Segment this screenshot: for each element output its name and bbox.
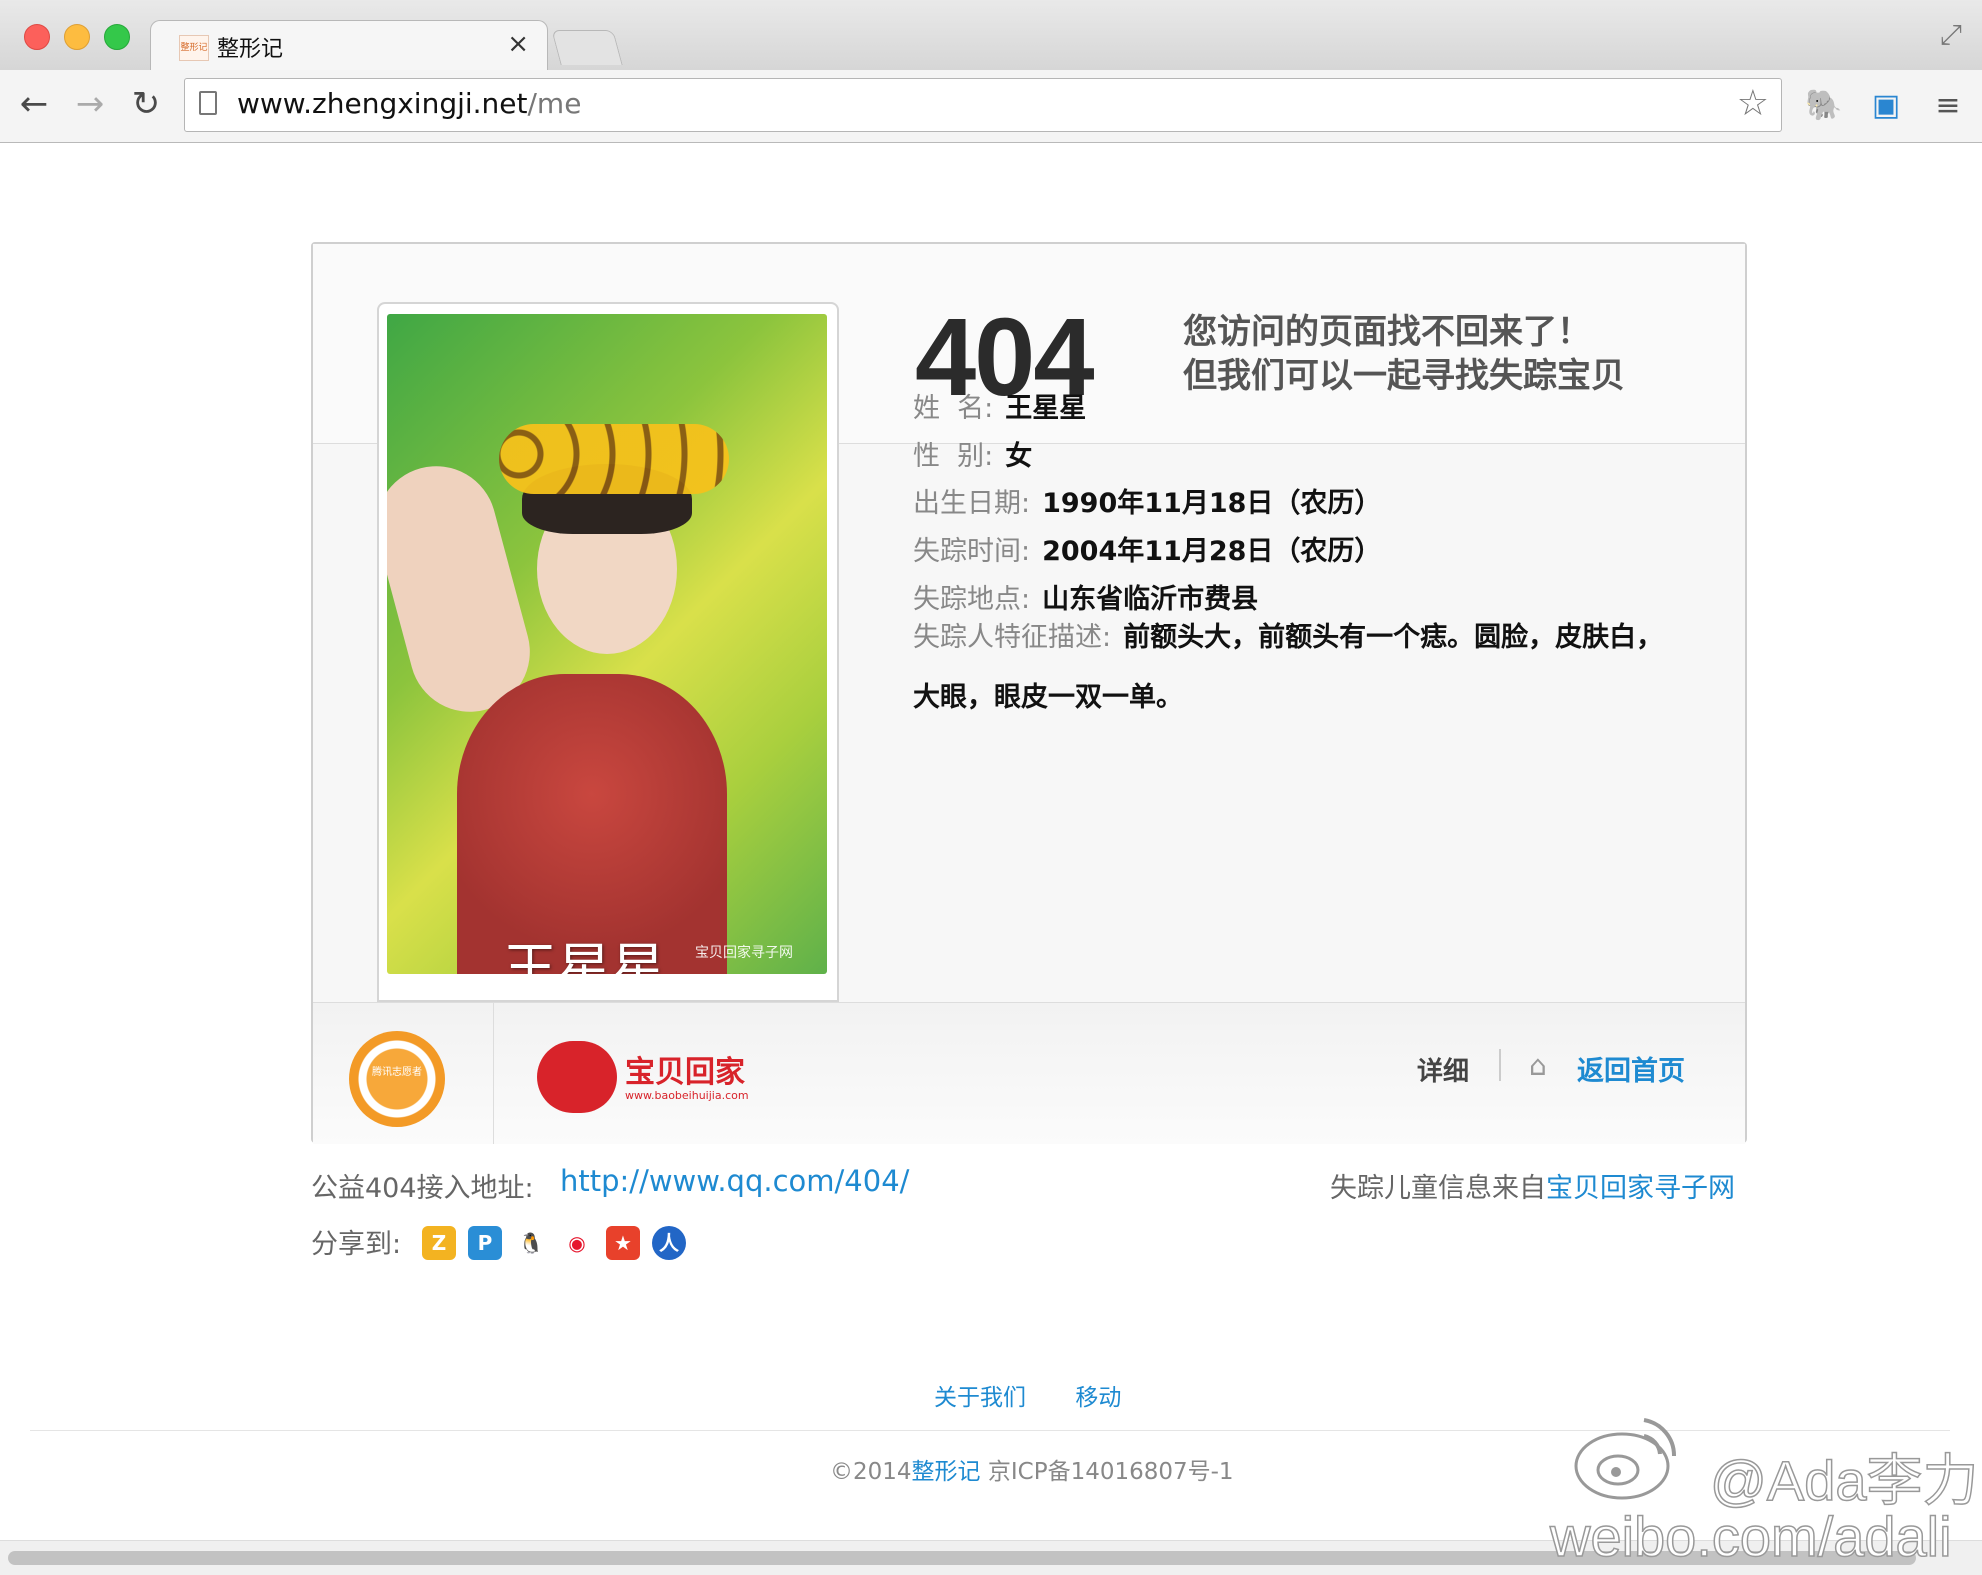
back-icon[interactable]: ← bbox=[12, 82, 56, 126]
fullscreen-icon[interactable]: ⤢ bbox=[1940, 18, 1962, 52]
child-photo: 王星星 宝贝回家寻子网 bbox=[387, 314, 827, 974]
qq-icon[interactable]: 🐧 bbox=[514, 1226, 548, 1260]
addr-link[interactable]: http://www.qq.com/404/ bbox=[560, 1164, 909, 1198]
home-link[interactable]: 返回首页 bbox=[1577, 1049, 1685, 1088]
heart-icon bbox=[537, 1041, 617, 1113]
browser-titlebar: 整形记 整形记 × ⤢ bbox=[0, 0, 1982, 73]
photo-watermark: 宝贝回家寻子网 bbox=[695, 945, 793, 961]
footer-links: 关于我们 移动 bbox=[934, 1378, 1163, 1412]
info-gender: 性 别: 女 bbox=[913, 434, 1032, 473]
info-description: 失踪人特征描述: 前额头大，前额头有一个痣。圆脸，皮肤白，大眼，眼皮一双一单。 bbox=[913, 608, 1673, 728]
field-value: 1990年11月18日（农历） bbox=[1042, 488, 1382, 519]
address-bar[interactable]: www.zhengxingji.net/me ☆ bbox=[184, 78, 1782, 132]
weibo-watermark-icon bbox=[1574, 1418, 1677, 1500]
footer-divider bbox=[493, 1003, 494, 1144]
watermark-url: weibo.com/adali bbox=[1549, 1504, 1952, 1569]
url-host: www.zhengxingji.net bbox=[237, 87, 528, 120]
source-link[interactable]: 宝贝回家寻子网 bbox=[1546, 1173, 1735, 1204]
info-missing-time: 失踪时间: 2004年11月28日（农历） bbox=[913, 529, 1381, 568]
url-text: www.zhengxingji.net/me bbox=[237, 87, 581, 120]
qq-volunteer-badge[interactable]: 腾讯志愿者 bbox=[349, 1031, 445, 1127]
header-line-2: 但我们可以一起寻找失踪宝贝 bbox=[1183, 356, 1625, 396]
info-name: 姓 名: 王星星 bbox=[913, 386, 1086, 425]
minimize-window-button[interactable] bbox=[64, 24, 90, 50]
maximize-window-button[interactable] bbox=[104, 24, 130, 50]
footer-separator bbox=[1499, 1049, 1501, 1081]
field-label: 失踪时间: bbox=[913, 536, 1031, 567]
bookmark-star-icon[interactable]: ☆ bbox=[1737, 83, 1769, 124]
field-label: 出生日期: bbox=[913, 488, 1031, 519]
new-tab-button[interactable] bbox=[551, 30, 623, 65]
tab-favicon: 整形记 bbox=[179, 35, 209, 61]
photo-caption: 王星星 bbox=[503, 937, 665, 974]
bb-logo-text: 宝贝回家 bbox=[625, 1055, 745, 1090]
field-label: 性 别: bbox=[913, 441, 994, 472]
source-text: 失踪儿童信息来自宝贝回家寻子网 bbox=[1330, 1166, 1735, 1205]
header-line-1: 您访问的页面找不回来了！ bbox=[1183, 312, 1591, 352]
share-label: 分享到: bbox=[311, 1229, 402, 1260]
close-window-button[interactable] bbox=[24, 24, 50, 50]
info-birthdate: 出生日期: 1990年11月18日（农历） bbox=[913, 481, 1381, 520]
evernote-icon[interactable]: 🐘 bbox=[1804, 86, 1844, 126]
mobile-link[interactable]: 移动 bbox=[1075, 1385, 1121, 1411]
photo-flower-crown bbox=[499, 424, 729, 494]
copyright-brand[interactable]: 整形记 bbox=[912, 1459, 981, 1485]
forward-icon[interactable]: → bbox=[68, 82, 112, 126]
tencent-pengyou-icon[interactable]: P bbox=[468, 1226, 502, 1260]
card-footer: 腾讯志愿者 宝贝回家 www.baobeihuijia.com 详细 ⌂ 返回首… bbox=[313, 1002, 1745, 1144]
tab-title: 整形记 bbox=[217, 37, 284, 62]
menu-icon[interactable]: ≡ bbox=[1928, 86, 1968, 126]
screenshot-extension-icon[interactable]: ▣ bbox=[1866, 86, 1906, 126]
qq-badge-text: 腾讯志愿者 bbox=[372, 1067, 422, 1078]
copyright: ©2014整形记 京ICP备14016807号-1 bbox=[830, 1452, 1234, 1486]
copyright-suffix: 京ICP备14016807号-1 bbox=[980, 1459, 1234, 1485]
field-value: 2004年11月28日（农历） bbox=[1042, 536, 1382, 567]
desc-label: 失踪人特征描述: bbox=[913, 622, 1112, 653]
about-link[interactable]: 关于我们 bbox=[934, 1385, 1026, 1411]
field-value: 女 bbox=[1005, 441, 1033, 472]
qzone-icon[interactable]: Z bbox=[422, 1226, 456, 1260]
field-label: 姓 名: bbox=[913, 393, 994, 424]
field-value: 王星星 bbox=[1005, 393, 1087, 424]
url-path: /me bbox=[527, 87, 582, 120]
renren-icon[interactable]: 人 bbox=[652, 1226, 686, 1260]
tab-close-icon[interactable]: × bbox=[507, 29, 529, 59]
baobeihuijia-logo[interactable]: 宝贝回家 www.baobeihuijia.com bbox=[537, 1037, 767, 1117]
home-icon[interactable]: ⌂ bbox=[1529, 1049, 1547, 1082]
addr-label: 公益404接入地址: bbox=[311, 1173, 534, 1204]
browser-toolbar: ← → ↻ www.zhengxingji.net/me ☆ 🐘 ▣ ≡ bbox=[0, 70, 1982, 143]
browser-tab[interactable]: 整形记 整形记 × bbox=[150, 20, 548, 73]
detail-link[interactable]: 详细 bbox=[1417, 1051, 1469, 1088]
weibo-icon[interactable]: ◉ bbox=[560, 1226, 594, 1260]
source-prefix: 失踪儿童信息来自 bbox=[1330, 1173, 1546, 1204]
page-icon bbox=[199, 91, 217, 115]
bb-logo-url: www.baobeihuijia.com bbox=[625, 1089, 749, 1102]
reload-icon[interactable]: ↻ bbox=[124, 82, 168, 126]
missing-child-card: 王星星 宝贝回家寻子网 404 您访问的页面找不回来了！ 但我们可以一起寻找失踪… bbox=[311, 242, 1747, 1144]
copyright-prefix: ©2014 bbox=[830, 1459, 912, 1485]
kaixin-icon[interactable]: ★ bbox=[606, 1226, 640, 1260]
